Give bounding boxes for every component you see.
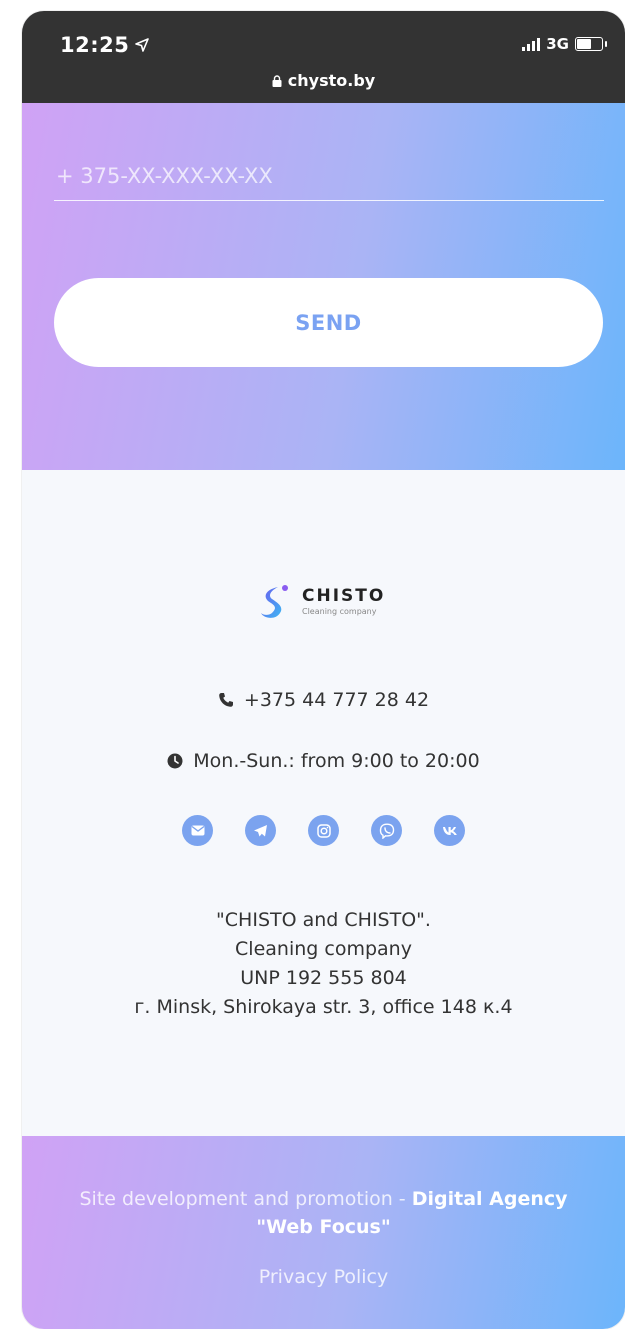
address-bar[interactable]: chysto.by <box>22 71 625 90</box>
address-line: Cleaning company <box>235 938 412 960</box>
credit-prefix: Site development and promotion - <box>79 1188 412 1210</box>
network-type: 3G <box>546 35 569 53</box>
instagram-icon[interactable] <box>308 815 339 846</box>
lock-icon <box>272 74 282 87</box>
address-line: "CHISTO and CHISTO". <box>216 909 431 931</box>
address-line: UNP 192 555 804 <box>240 967 407 989</box>
chisto-logo[interactable]: CHISTO Cleaning company <box>258 583 385 619</box>
phone-screen: 12:25 3G chysto.by SEND <box>22 11 625 1329</box>
battery-icon <box>575 37 607 51</box>
status-indicators: 3G <box>522 35 607 53</box>
address-line: г. Minsk, Shirokaya str. 3, office 148 к… <box>134 996 513 1018</box>
send-button[interactable]: SEND <box>54 278 603 367</box>
logo-mark-icon <box>261 585 288 618</box>
working-hours: Mon.-Sun.: from 9:00 to 20:00 <box>22 750 625 772</box>
status-bar: 12:25 3G chysto.by <box>22 11 625 103</box>
privacy-policy-link[interactable]: Privacy Policy <box>22 1266 625 1288</box>
social-links <box>22 815 625 846</box>
url-label: chysto.by <box>287 71 376 90</box>
vk-icon[interactable] <box>434 815 465 846</box>
time-label: 12:25 <box>60 33 130 57</box>
signal-bars-icon <box>522 37 541 51</box>
location-arrow-icon <box>135 38 150 52</box>
bottom-bar: Site development and promotion - Digital… <box>22 1136 625 1329</box>
clock-icon <box>167 753 183 769</box>
status-time: 12:25 <box>60 33 150 57</box>
callback-form: SEND <box>22 103 625 470</box>
hours-text: Mon.-Sun.: from 9:00 to 20:00 <box>193 750 480 772</box>
developer-credit: Site development and promotion - Digital… <box>52 1185 595 1241</box>
contact-phone[interactable]: +375 44 777 28 42 <box>22 689 625 711</box>
telegram-icon[interactable] <box>245 815 276 846</box>
logo-subtitle: Cleaning company <box>302 607 377 616</box>
phone-number: +375 44 777 28 42 <box>243 689 430 711</box>
company-address: "CHISTO and CHISTO". Cleaning company UN… <box>22 906 625 1022</box>
mail-icon[interactable] <box>182 815 213 846</box>
viber-icon[interactable] <box>371 815 402 846</box>
phone-icon <box>219 693 233 707</box>
phone-input[interactable] <box>54 151 604 201</box>
logo-name: CHISTO <box>302 586 386 606</box>
footer-info: CHISTO Cleaning company +375 44 777 28 4… <box>22 470 625 1136</box>
